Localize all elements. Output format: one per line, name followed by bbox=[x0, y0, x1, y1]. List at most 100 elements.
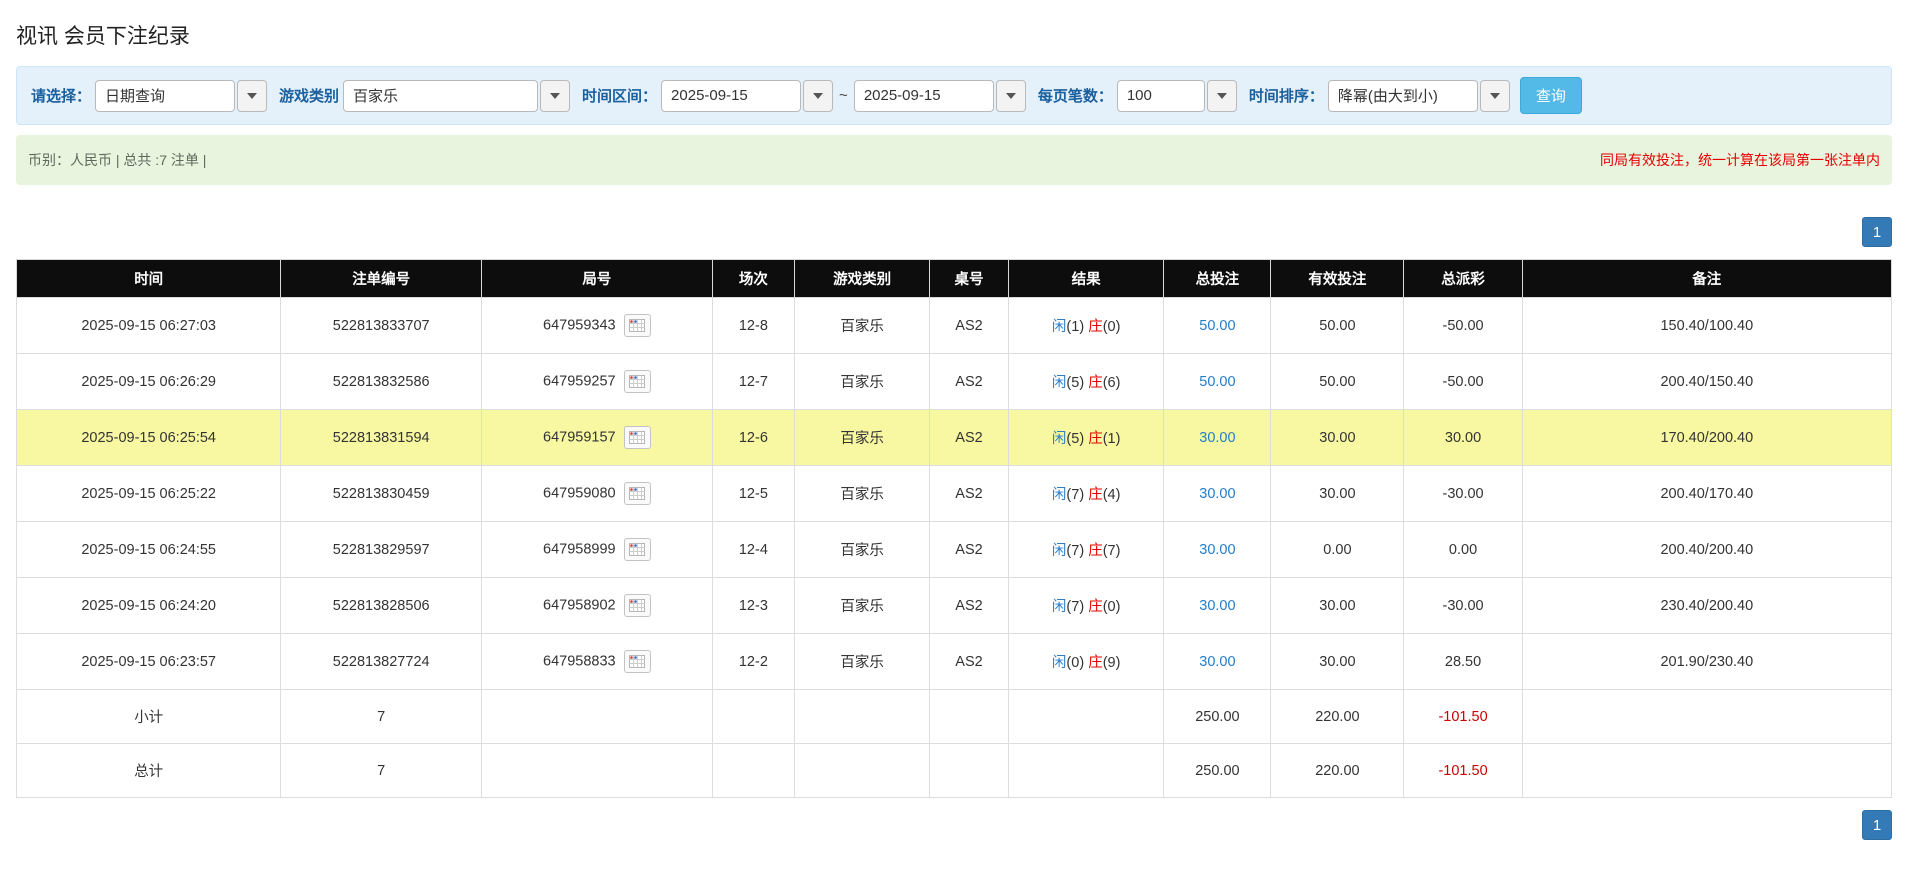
cell-payout: 0.00 bbox=[1403, 521, 1523, 578]
cell-table-no: AS2 bbox=[929, 521, 1009, 578]
cell-result: 闲(7) 庄(4) bbox=[1007, 465, 1165, 522]
cell-payout: -50.00 bbox=[1403, 353, 1523, 410]
cell-game-type: 百家乐 bbox=[794, 577, 931, 634]
total-count: 7 bbox=[280, 743, 482, 798]
cell-valid-bet: 0.00 bbox=[1270, 521, 1405, 578]
game-type-combo bbox=[343, 79, 571, 112]
cell-valid-bet: 30.00 bbox=[1270, 577, 1405, 634]
banker-result-count: (4) bbox=[1102, 487, 1121, 503]
pagination-bottom: 1 bbox=[16, 810, 1892, 840]
cell-table-no: AS2 bbox=[929, 633, 1009, 690]
roadmap-button[interactable] bbox=[623, 370, 651, 393]
page-1-button[interactable]: 1 bbox=[1862, 810, 1892, 840]
cell-total-bet: 30.00 bbox=[1163, 465, 1272, 522]
total-bet-link[interactable]: 30.00 bbox=[1199, 598, 1235, 614]
roadmap-icon bbox=[629, 543, 646, 556]
roadmap-icon bbox=[629, 599, 646, 612]
header-result: 结果 bbox=[1007, 259, 1165, 298]
cell-time: 2025-09-15 06:24:55 bbox=[15, 521, 282, 578]
query-type-input[interactable] bbox=[95, 79, 236, 112]
cell-bet-id: 522813829597 bbox=[280, 521, 482, 578]
date-from-combo bbox=[661, 79, 834, 112]
cell-total-bet: 30.00 bbox=[1163, 409, 1272, 466]
cell-bet-id: 522813827724 bbox=[280, 633, 482, 690]
cell-result: 闲(1) 庄(0) bbox=[1007, 297, 1165, 354]
player-result-count: (7) bbox=[1066, 487, 1085, 503]
total-row: 总计 7 250.00 220.00 -101.50 bbox=[15, 743, 1893, 798]
roadmap-button[interactable] bbox=[623, 482, 651, 505]
cell-total-bet: 30.00 bbox=[1163, 633, 1272, 690]
sort-label: 时间排序： bbox=[1248, 88, 1324, 105]
summary-bar: 币别：人民币 | 总共 :7 注单 | 同局有效投注，统一计算在该局第一张注单内 bbox=[16, 135, 1892, 185]
cell-game-type: 百家乐 bbox=[794, 353, 931, 410]
player-result-label: 闲 bbox=[1051, 319, 1067, 335]
query-type-dropdown-button[interactable] bbox=[237, 79, 268, 112]
cell-table-no: AS2 bbox=[929, 353, 1009, 410]
roadmap-icon bbox=[629, 655, 646, 668]
player-result-count: (1) bbox=[1066, 319, 1085, 335]
cell-time: 2025-09-15 06:25:22 bbox=[15, 465, 282, 522]
round-id-text: 647958902 bbox=[543, 597, 616, 614]
cell-result: 闲(5) 庄(1) bbox=[1007, 409, 1165, 466]
total-bet-link[interactable]: 30.00 bbox=[1199, 654, 1235, 670]
search-button[interactable]: 查询 bbox=[1519, 77, 1582, 114]
banker-result-label: 庄 bbox=[1088, 543, 1103, 559]
cell-bet-id: 522813830459 bbox=[280, 465, 482, 522]
page-title: 视讯 会员下注纪录 bbox=[16, 25, 190, 48]
cell-session: 12-7 bbox=[711, 353, 796, 410]
roadmap-button[interactable] bbox=[623, 426, 651, 449]
total-bet-link[interactable]: 50.00 bbox=[1199, 374, 1235, 390]
page: 视讯 会员下注纪录 请选择： 游戏类别 时间区间： ~ 每页笔数： 时间排序： bbox=[0, 0, 1908, 870]
cell-table-no: AS2 bbox=[929, 297, 1009, 354]
table-row: 2025-09-15 06:25:22 522813830459 6479590… bbox=[15, 465, 1893, 522]
page-size-dropdown-button[interactable] bbox=[1206, 79, 1237, 112]
date-to-dropdown-button[interactable] bbox=[995, 79, 1026, 112]
table-row: 2025-09-15 06:25:54 522813831594 6479591… bbox=[15, 409, 1893, 466]
query-type-combo bbox=[95, 79, 268, 112]
total-bet-link[interactable]: 30.00 bbox=[1199, 542, 1235, 558]
date-to-input[interactable] bbox=[853, 79, 994, 112]
pagination-top: 1 bbox=[16, 217, 1892, 247]
sort-input[interactable] bbox=[1327, 79, 1478, 112]
roadmap-button[interactable] bbox=[623, 538, 651, 561]
total-bet-link[interactable]: 50.00 bbox=[1199, 318, 1235, 334]
game-type-dropdown-button[interactable] bbox=[540, 79, 571, 112]
roadmap-icon bbox=[629, 319, 646, 332]
cell-payout: -30.00 bbox=[1403, 577, 1523, 634]
sort-dropdown-button[interactable] bbox=[1479, 79, 1510, 112]
cell-result: 闲(7) 庄(7) bbox=[1007, 521, 1165, 578]
cell-game-type: 百家乐 bbox=[794, 521, 931, 578]
game-type-input[interactable] bbox=[343, 79, 539, 112]
player-result-count: (7) bbox=[1066, 599, 1085, 615]
banker-result-label: 庄 bbox=[1088, 319, 1103, 335]
roadmap-icon bbox=[629, 431, 646, 444]
subtotal-total-bet: 250.00 bbox=[1163, 689, 1272, 744]
cell-valid-bet: 50.00 bbox=[1270, 353, 1405, 410]
date-from-input[interactable] bbox=[661, 79, 802, 112]
cell-payout: -30.00 bbox=[1403, 465, 1523, 522]
roadmap-button[interactable] bbox=[623, 650, 651, 673]
subtotal-label: 小计 bbox=[15, 689, 282, 744]
cell-time: 2025-09-15 06:24:20 bbox=[15, 577, 282, 634]
roadmap-button[interactable] bbox=[623, 314, 651, 337]
cell-bet-id: 522813828506 bbox=[280, 577, 482, 634]
total-bet-link[interactable]: 30.00 bbox=[1199, 430, 1235, 446]
table-body: 2025-09-15 06:27:03 522813833707 6479593… bbox=[15, 297, 1893, 690]
page-size-input[interactable] bbox=[1116, 79, 1205, 112]
header-note: 备注 bbox=[1521, 259, 1893, 298]
cell-result: 闲(5) 庄(6) bbox=[1007, 353, 1165, 410]
date-from-dropdown-button[interactable] bbox=[803, 79, 834, 112]
total-bet-link[interactable]: 30.00 bbox=[1199, 486, 1235, 502]
chevron-down-icon bbox=[550, 92, 561, 99]
page-1-button[interactable]: 1 bbox=[1862, 217, 1892, 247]
player-result-count: (7) bbox=[1066, 543, 1085, 559]
cell-total-bet: 30.00 bbox=[1163, 577, 1272, 634]
cell-round-id: 647958902 bbox=[481, 577, 713, 634]
banker-result-count: (0) bbox=[1102, 599, 1121, 615]
cell-note: 201.90/230.40 bbox=[1521, 633, 1893, 690]
sort-combo bbox=[1327, 79, 1510, 112]
roadmap-button[interactable] bbox=[623, 594, 651, 617]
cell-session: 12-3 bbox=[711, 577, 796, 634]
total-payout: -101.50 bbox=[1403, 743, 1523, 798]
round-id-text: 647958833 bbox=[543, 653, 616, 670]
